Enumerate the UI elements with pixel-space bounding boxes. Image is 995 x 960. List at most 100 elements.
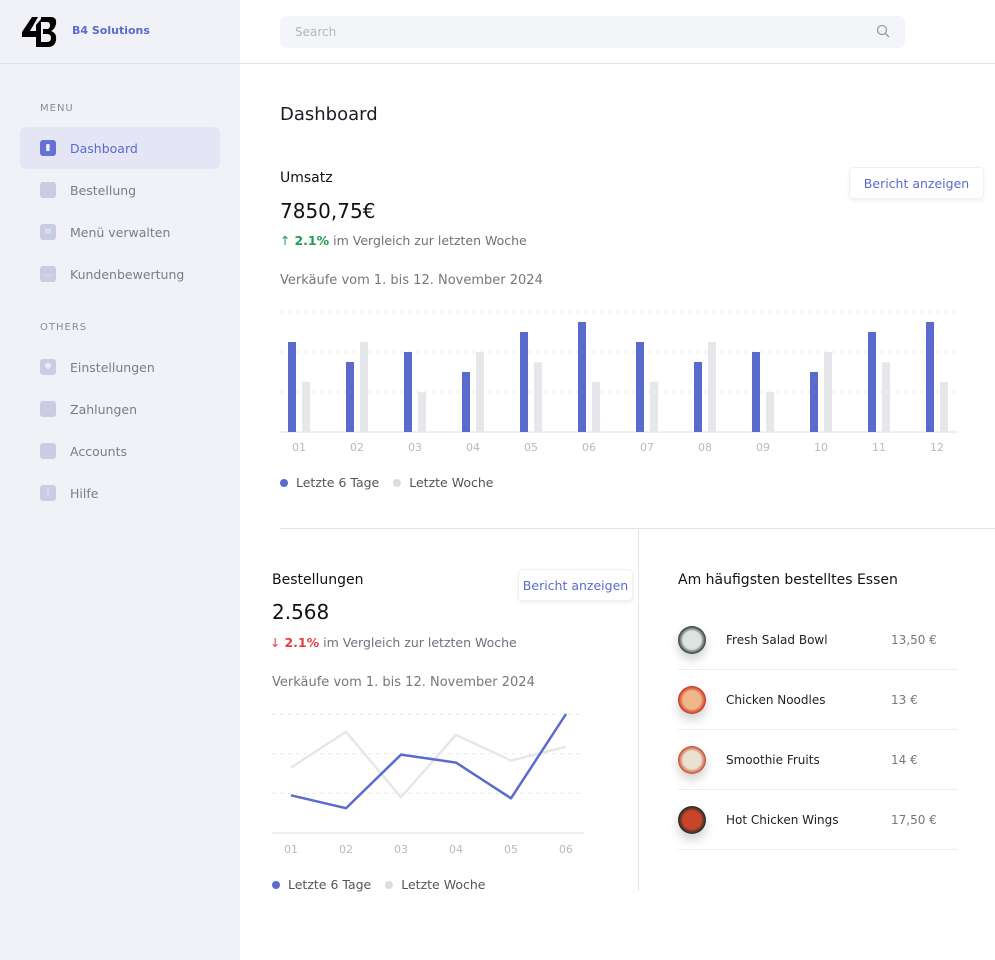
sidebar-item-dashboard[interactable]: ▮ Dashboard bbox=[20, 127, 220, 169]
bestellungen-report-button[interactable]: Bericht anzeigen bbox=[518, 569, 633, 601]
bar-letzte-6-tage bbox=[810, 372, 818, 432]
bar-letzte-woche bbox=[824, 352, 832, 432]
umsatz-subtitle: Verkäufe vom 1. bis 12. November 2024 bbox=[280, 273, 543, 288]
sales-bar-chart: 01 02 03 04 05 06 07 08 09 10 11 12 bbox=[280, 311, 958, 454]
bar-letzte-woche bbox=[302, 382, 310, 432]
legend-label: Letzte 6 Tage bbox=[288, 877, 372, 892]
bar-letzte-woche bbox=[650, 382, 658, 432]
food-image bbox=[678, 685, 706, 714]
bar-letzte-woche bbox=[708, 342, 716, 432]
bar-letzte-6-tage bbox=[926, 322, 934, 432]
legend-label: Letzte Woche bbox=[409, 475, 494, 490]
food-list-item[interactable]: Chicken Noodles 13 € bbox=[678, 670, 958, 730]
bestellungen-change: 2.1% bbox=[284, 635, 320, 650]
bar-letzte-woche bbox=[882, 362, 890, 432]
brand-name: B4 Solutions bbox=[72, 24, 150, 37]
legend-swatch bbox=[280, 478, 288, 487]
x-tick-label: 04 bbox=[449, 843, 463, 856]
legend-swatch bbox=[272, 880, 280, 889]
search-input[interactable] bbox=[280, 16, 905, 48]
x-tick-label: 11 bbox=[872, 441, 886, 454]
bar-letzte-6-tage bbox=[868, 332, 876, 432]
bar-letzte-6-tage bbox=[636, 342, 644, 432]
food-image bbox=[678, 805, 706, 834]
sidebar-item-label: Zahlungen bbox=[70, 401, 138, 417]
line-letzte-6-tage bbox=[290, 713, 568, 810]
food-list-item[interactable]: Hot Chicken Wings 17,50 € bbox=[678, 790, 958, 850]
bar-letzte-6-tage bbox=[404, 352, 412, 432]
sidebar-item-einstellungen[interactable]: ✱ Einstellungen bbox=[20, 346, 220, 388]
food-price: 13 € bbox=[891, 692, 918, 707]
orders-line-chart: 01 02 03 04 05 06 bbox=[272, 713, 584, 856]
food-price: 13,50 € bbox=[891, 632, 937, 647]
sidebar-item-label: Einstellungen bbox=[70, 359, 155, 375]
bar-letzte-woche bbox=[476, 352, 484, 432]
comparison-text: im Vergleich zur letzten Woche bbox=[323, 635, 517, 650]
bar-letzte-woche bbox=[360, 342, 368, 432]
food-list-item[interactable]: Fresh Salad Bowl 13,50 € bbox=[678, 610, 958, 670]
food-list-item[interactable]: Smoothie Fruits 14 € bbox=[678, 730, 958, 790]
food-name: Chicken Noodles bbox=[726, 692, 826, 707]
sidebar-item-hilfe[interactable]: i Hilfe bbox=[20, 472, 220, 514]
umsatz-report-button[interactable]: Bericht anzeigen bbox=[849, 167, 984, 199]
info-icon: i bbox=[40, 485, 56, 501]
bar-letzte-woche bbox=[534, 362, 542, 432]
x-tick-label: 08 bbox=[698, 441, 712, 454]
arrow-down-icon: ↓ bbox=[270, 635, 281, 650]
legend-label: Letzte 6 Tage bbox=[296, 475, 380, 490]
x-tick-label: 03 bbox=[408, 441, 422, 454]
sidebar-item-accounts[interactable]: Accounts bbox=[20, 430, 220, 472]
divider bbox=[638, 529, 639, 891]
bestellungen-subtitle: Verkäufe vom 1. bis 12. November 2024 bbox=[272, 675, 535, 690]
x-tick-label: 05 bbox=[524, 441, 538, 454]
bestellungen-comparison: ↓ 2.1% im Vergleich zur letzten Woche bbox=[270, 635, 517, 650]
x-tick-label: 01 bbox=[284, 843, 298, 856]
sidebar-item-label: Dashboard bbox=[70, 140, 138, 156]
wallet-icon bbox=[40, 401, 56, 417]
bestellungen-title: Bestellungen bbox=[272, 572, 364, 588]
bar-letzte-6-tage bbox=[578, 322, 586, 432]
umsatz-comparison: ↑ 2.1% im Vergleich zur letzten Woche bbox=[280, 233, 527, 248]
x-tick-label: 06 bbox=[559, 843, 573, 856]
menu-section-label: MENU bbox=[40, 103, 74, 114]
sidebar-item-bestellung[interactable]: Bestellung bbox=[20, 169, 220, 211]
food-image bbox=[678, 745, 706, 774]
sidebar-item-kundenbewertung[interactable]: … Kundenbewertung bbox=[20, 253, 220, 295]
sidebar-item-menü-verwalten[interactable]: ≡ Menü verwalten bbox=[20, 211, 220, 253]
x-tick-label: 10 bbox=[814, 441, 828, 454]
document-icon: ≡ bbox=[40, 224, 56, 240]
user-icon bbox=[40, 443, 56, 459]
sidebar-item-label: Kundenbewertung bbox=[70, 266, 185, 282]
line-legend: Letzte 6 Tage Letzte Woche bbox=[272, 877, 485, 892]
bestellungen-value: 2.568 bbox=[272, 600, 330, 624]
sidebar-item-label: Accounts bbox=[70, 443, 127, 459]
food-name: Smoothie Fruits bbox=[726, 752, 820, 767]
x-tick-label: 05 bbox=[504, 843, 518, 856]
x-tick-label: 02 bbox=[350, 441, 364, 454]
legend-swatch bbox=[393, 478, 402, 487]
search-icon[interactable] bbox=[876, 24, 890, 38]
bar-letzte-woche bbox=[940, 382, 948, 432]
bar-letzte-6-tage bbox=[346, 362, 354, 432]
legend-swatch bbox=[385, 880, 394, 889]
arrow-up-icon: ↑ bbox=[280, 233, 291, 248]
x-tick-label: 04 bbox=[466, 441, 480, 454]
x-tick-label: 07 bbox=[640, 441, 654, 454]
food-image bbox=[678, 625, 706, 654]
umsatz-title: Umsatz bbox=[280, 170, 333, 186]
bar-letzte-6-tage bbox=[520, 332, 528, 432]
x-tick-label: 01 bbox=[292, 441, 306, 454]
x-tick-label: 06 bbox=[582, 441, 596, 454]
bar-letzte-6-tage bbox=[694, 362, 702, 432]
bar-letzte-woche bbox=[418, 392, 426, 432]
comparison-text: im Vergleich zur letzten Woche bbox=[333, 233, 527, 248]
sidebar-item-zahlungen[interactable]: Zahlungen bbox=[20, 388, 220, 430]
bar-chart-icon: ▮ bbox=[40, 140, 56, 156]
sidebar-item-label: Bestellung bbox=[70, 182, 137, 198]
logo-icon bbox=[22, 17, 57, 47]
bar-letzte-6-tage bbox=[462, 372, 470, 432]
bar-letzte-woche bbox=[766, 392, 774, 432]
gear-icon: ✱ bbox=[40, 359, 56, 375]
legend-label: Letzte Woche bbox=[401, 877, 486, 892]
food-name: Hot Chicken Wings bbox=[726, 812, 839, 827]
